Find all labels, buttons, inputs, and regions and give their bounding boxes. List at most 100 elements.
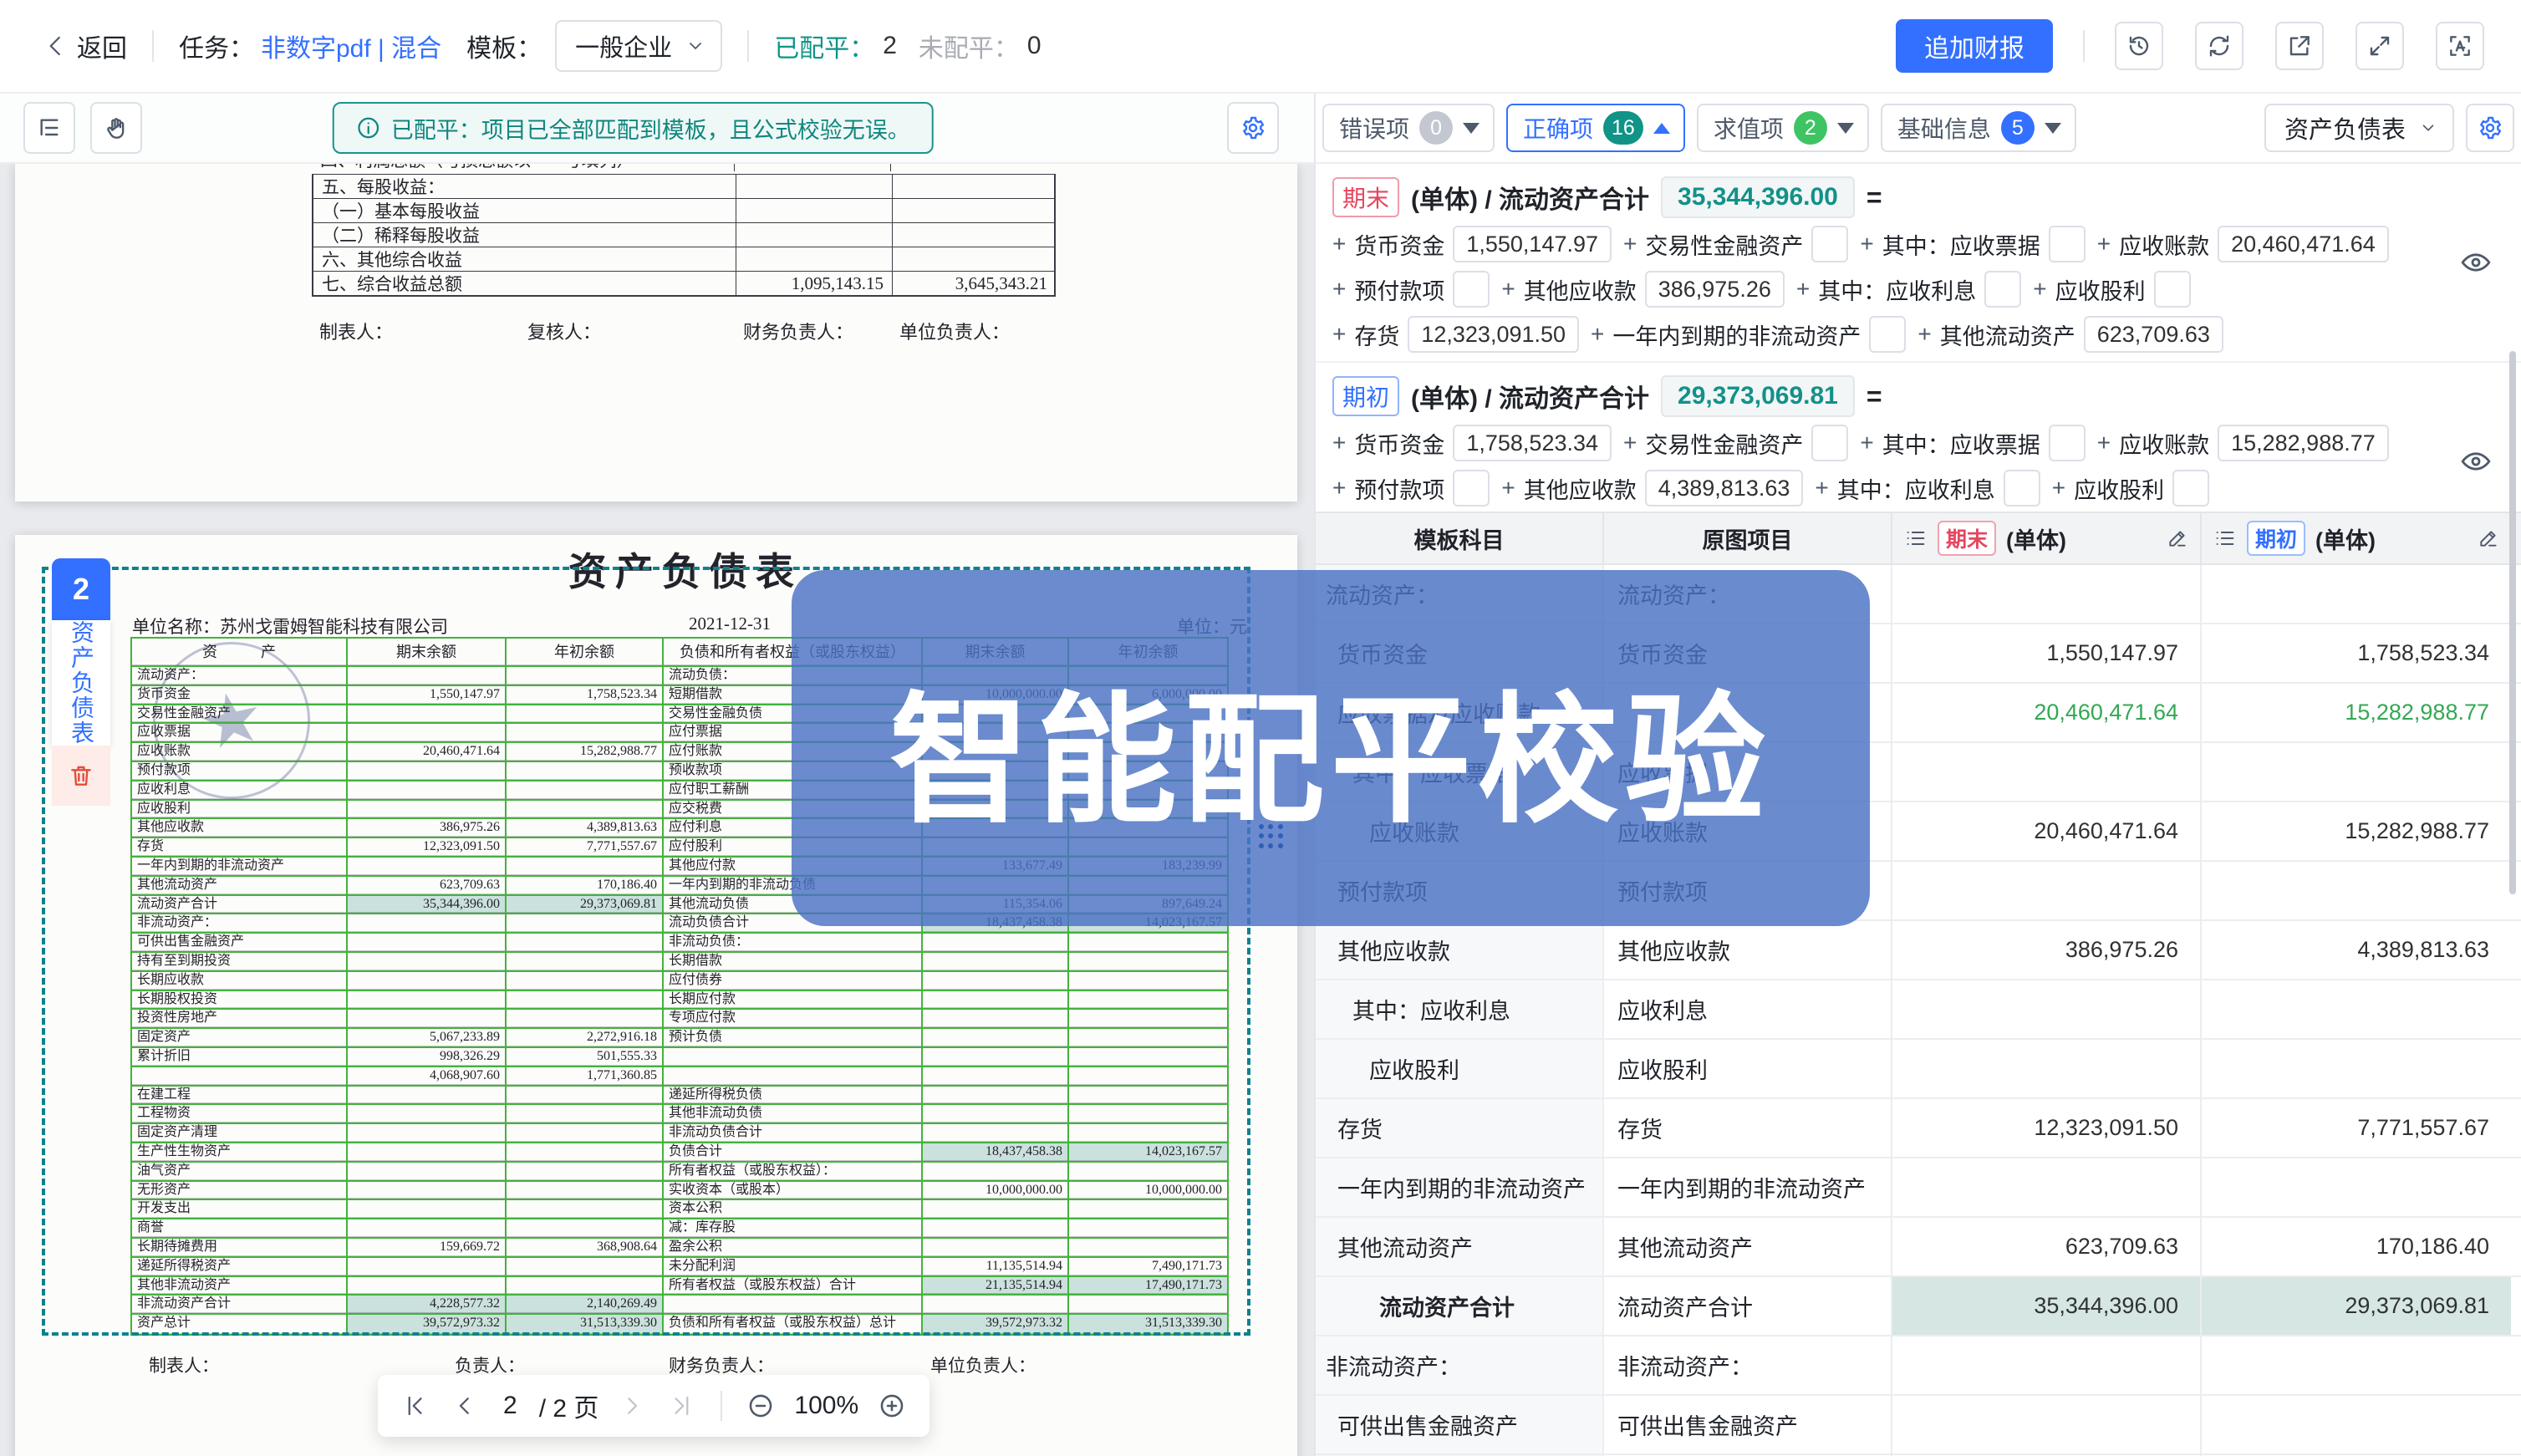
term-value-box[interactable]: 1,550,147.97 (1453, 226, 1612, 262)
doc-cell (507, 705, 664, 725)
back-button[interactable]: 返回 (43, 28, 127, 64)
term-value-box[interactable] (2049, 425, 2086, 461)
term-value-box[interactable]: 4,389,813.63 (1645, 470, 1804, 507)
doc-row: 生产性生物资产负债合计18,437,458.3814,023,167.57 (132, 1143, 1227, 1163)
term-value-box[interactable]: 386,975.26 (1645, 271, 1785, 308)
table-row[interactable]: 一年内到期的非流动资产一年内到期的非流动资产 (1316, 1158, 2521, 1218)
doc-cell (1069, 1105, 1227, 1124)
delete-region-button[interactable] (52, 746, 110, 806)
doc-cell: 一年内到期的非流动负债 (664, 877, 923, 896)
filter-求值项[interactable]: 求值项2 (1697, 104, 1869, 152)
doc-cell: 7,771,557.67 (507, 838, 664, 858)
history-icon (2126, 33, 2152, 59)
last-page-button[interactable] (665, 1389, 699, 1423)
table-row[interactable]: 其中：应收利息应收利息 (1316, 980, 2521, 1040)
term-value-box[interactable]: 20,460,471.64 (2218, 226, 2389, 262)
term-value-box[interactable] (1869, 316, 1906, 353)
doc-cell: 固定资产 (132, 1029, 348, 1048)
list-icon[interactable] (1904, 527, 1928, 550)
doc-cell: 其他流动资产 (132, 877, 348, 896)
term-value-box[interactable]: 15,282,988.77 (2218, 425, 2389, 461)
panel-template-settings-button[interactable] (2466, 104, 2514, 152)
table-row[interactable]: 货币资金货币资金1,550,147.971,758,523.34 (1316, 624, 2521, 684)
table-row[interactable]: 预付款项预付款项 (1316, 862, 2521, 921)
doc-value-cell (893, 175, 1056, 198)
term-value-box[interactable]: 623,709.63 (2084, 316, 2223, 353)
formula-terms: +货币资金1,758,523.34+交易性金融资产+其中：应收票据+应收账款15… (1332, 425, 2437, 512)
region-drag-handle-icon[interactable] (1259, 824, 1284, 849)
term-value-box[interactable] (1984, 271, 2021, 308)
doc-cell (507, 667, 664, 686)
prev-page-button[interactable] (448, 1389, 481, 1423)
ocr-button[interactable] (2436, 22, 2484, 70)
eye-button[interactable] (2452, 239, 2499, 286)
term-label: 一年内到期的非流动资产 (1612, 318, 1861, 351)
end-value-cell: 12,323,091.50 (1892, 1099, 2202, 1157)
export-button[interactable] (2275, 22, 2324, 70)
region-number-tab[interactable]: 2 (52, 558, 110, 620)
formula-total-value[interactable]: 29,373,069.81 (1661, 375, 1855, 417)
period-begin-badge: 期初 (2247, 521, 2305, 556)
zoom-out-button[interactable] (744, 1389, 777, 1423)
doc-header-cell: 期末余额 (348, 639, 507, 667)
zoom-in-button[interactable] (875, 1389, 909, 1423)
edit-pencil-icon[interactable] (2478, 527, 2499, 549)
formula-term: +交易性金融资产 (1623, 226, 1848, 262)
eye-button[interactable] (2452, 438, 2499, 485)
fullscreen-button[interactable] (2355, 22, 2404, 70)
doc-cell (1069, 781, 1227, 801)
term-value-box[interactable]: 12,323,091.50 (1408, 316, 1579, 353)
template-select[interactable]: 一般企业 (555, 20, 722, 72)
term-value-box[interactable] (1811, 425, 1848, 461)
table-row[interactable]: 存货存货12,323,091.507,771,557.67 (1316, 1099, 2521, 1158)
hand-tool-button[interactable] (90, 102, 142, 154)
outline-tool-button[interactable] (23, 102, 75, 154)
first-page-button[interactable] (398, 1389, 431, 1423)
table-row[interactable]: 非流动资产：非流动资产： (1316, 1336, 2521, 1396)
sync-button[interactable] (2195, 22, 2243, 70)
term-value-box[interactable] (2004, 470, 2040, 507)
filter-正确项[interactable]: 正确项16 (1506, 104, 1685, 152)
history-button[interactable] (2115, 22, 2163, 70)
add-report-button[interactable]: 追加财报 (1896, 19, 2053, 73)
term-value-box[interactable] (1453, 271, 1490, 308)
table-row[interactable]: 其中：应收票据应收票据 (1316, 743, 2521, 802)
formula-total-value[interactable]: 35,344,396.00 (1661, 176, 1855, 218)
doc-cell (923, 1067, 1069, 1087)
plus-sign: + (1860, 430, 1873, 456)
edit-pencil-icon[interactable] (2167, 527, 2188, 549)
filter-基础信息[interactable]: 基础信息5 (1881, 104, 2076, 152)
list-icon[interactable] (2213, 527, 2237, 550)
source-item-cell: 应收利息 (1604, 980, 1892, 1038)
sheet-select[interactable]: 资产负债表 (2264, 104, 2454, 152)
table-row[interactable]: 其他应收款其他应收款386,975.264,389,813.63 (1316, 921, 2521, 980)
doc-cell: 501,555.33 (507, 1048, 664, 1067)
next-page-button[interactable] (615, 1389, 649, 1423)
doc-unit: 单位：元 (1177, 613, 1247, 639)
term-value-box[interactable] (1811, 226, 1848, 262)
term-value-box[interactable] (2049, 226, 2086, 262)
table-row[interactable]: 可供出售金融资产可供出售金融资产 (1316, 1396, 2521, 1455)
begin-value-cell: 15,282,988.77 (2202, 802, 2511, 860)
end-value-cell (1892, 980, 2202, 1038)
table-row[interactable]: 流动资产合计流动资产合计35,344,396.0029,373,069.81 (1316, 1277, 2521, 1336)
term-value-box[interactable] (2172, 470, 2209, 507)
task-value[interactable]: 非数字pdf | 混合 (261, 28, 441, 64)
filter-错误项[interactable]: 错误项0 (1322, 104, 1495, 152)
panel-vertical-scrollbar-thumb[interactable] (2509, 351, 2516, 894)
viewer-template-settings-button[interactable] (1227, 102, 1279, 154)
term-label: 应收股利 (2074, 472, 2164, 505)
end-value-cell (1892, 862, 2202, 919)
table-row[interactable]: 应收账款应收账款20,460,471.6415,282,988.77 (1316, 802, 2521, 862)
doc-row: 开发支出资本公积 (132, 1200, 1227, 1219)
term-value-box[interactable]: 1,758,523.34 (1453, 425, 1612, 461)
table-row[interactable]: 应收票据及应收账款20,460,471.6415,282,988.77 (1316, 684, 2521, 743)
doc-cell: 预收款项 (664, 762, 923, 781)
term-value-box[interactable] (1453, 470, 1490, 507)
table-row[interactable]: 流动资产：流动资产： (1316, 565, 2521, 624)
divider (2083, 30, 2085, 62)
table-row[interactable]: 其他流动资产其他流动资产623,709.63170,186.40 (1316, 1218, 2521, 1277)
doc-cell (507, 1200, 664, 1219)
table-row[interactable]: 应收股利应收股利 (1316, 1040, 2521, 1099)
term-value-box[interactable] (2154, 271, 2191, 308)
